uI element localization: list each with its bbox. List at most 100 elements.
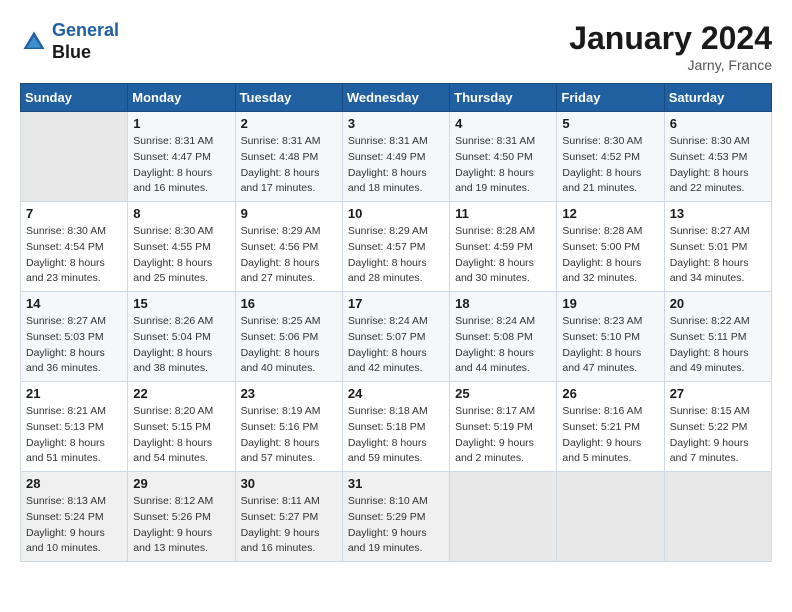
day-number: 31: [348, 476, 444, 491]
day-number: 30: [241, 476, 337, 491]
day-info: Sunrise: 8:30 AMSunset: 4:53 PMDaylight:…: [670, 134, 766, 197]
calendar-table: SundayMondayTuesdayWednesdayThursdayFrid…: [20, 83, 772, 562]
day-info: Sunrise: 8:21 AMSunset: 5:13 PMDaylight:…: [26, 404, 122, 467]
column-header-monday: Monday: [128, 84, 235, 112]
day-info: Sunrise: 8:24 AMSunset: 5:08 PMDaylight:…: [455, 314, 551, 377]
calendar-cell: 25 Sunrise: 8:17 AMSunset: 5:19 PMDayligh…: [450, 382, 557, 472]
calendar-cell: 19 Sunrise: 8:23 AMSunset: 5:10 PMDayligh…: [557, 292, 664, 382]
week-row-3: 14Sunrise: 8:27 AMSunset: 5:03 PMDayligh…: [21, 292, 772, 382]
week-row-5: 28Sunrise: 8:13 AMSunset: 5:24 PMDayligh…: [21, 472, 772, 562]
calendar-cell: 4 Sunrise: 8:31 AMSunset: 4:50 PMDaylight…: [450, 112, 557, 202]
day-number: 1: [133, 116, 229, 131]
day-info: Sunrise: 8:11 AMSunset: 5:27 PMDaylight:…: [241, 494, 337, 557]
day-number: 8: [133, 206, 229, 221]
day-number: 27: [670, 386, 766, 401]
day-number: 9: [241, 206, 337, 221]
calendar-cell: 6 Sunrise: 8:30 AMSunset: 4:53 PMDaylight…: [664, 112, 771, 202]
day-info: Sunrise: 8:15 AMSunset: 5:22 PMDaylight:…: [670, 404, 766, 467]
day-info: Sunrise: 8:28 AMSunset: 4:59 PMDaylight:…: [455, 224, 551, 287]
day-number: 6: [670, 116, 766, 131]
day-info: Sunrise: 8:17 AMSunset: 5:19 PMDaylight:…: [455, 404, 551, 467]
day-number: 4: [455, 116, 551, 131]
day-number: 18: [455, 296, 551, 311]
day-info: Sunrise: 8:22 AMSunset: 5:11 PMDaylight:…: [670, 314, 766, 377]
calendar-cell: 1 Sunrise: 8:31 AMSunset: 4:47 PMDaylight…: [128, 112, 235, 202]
day-number: 22: [133, 386, 229, 401]
calendar-cell: 16 Sunrise: 8:25 AMSunset: 5:06 PMDayligh…: [235, 292, 342, 382]
day-number: 19: [562, 296, 658, 311]
calendar-cell: 26 Sunrise: 8:16 AMSunset: 5:21 PMDayligh…: [557, 382, 664, 472]
day-number: 10: [348, 206, 444, 221]
logo: General Blue: [20, 20, 119, 63]
calendar-cell: 2Sunrise: 8:31 AMSunset: 4:48 PMDaylight…: [235, 112, 342, 202]
day-number: 16: [241, 296, 337, 311]
calendar-header-row: SundayMondayTuesdayWednesdayThursdayFrid…: [21, 84, 772, 112]
day-number: 21: [26, 386, 122, 401]
column-header-saturday: Saturday: [664, 84, 771, 112]
calendar-cell: 15Sunrise: 8:26 AMSunset: 5:04 PMDayligh…: [128, 292, 235, 382]
day-info: Sunrise: 8:31 AMSunset: 4:47 PMDaylight:…: [133, 134, 229, 197]
day-number: 28: [26, 476, 122, 491]
column-header-tuesday: Tuesday: [235, 84, 342, 112]
day-info: Sunrise: 8:23 AMSunset: 5:10 PMDaylight:…: [562, 314, 658, 377]
calendar-cell: 21 Sunrise: 8:21 AMSunset: 5:13 PMDayligh…: [21, 382, 128, 472]
calendar-cell: 23 Sunrise: 8:19 AMSunset: 5:16 PMDayligh…: [235, 382, 342, 472]
title-area: January 2024 Jarny, France: [569, 20, 772, 73]
calendar-cell: 20 Sunrise: 8:22 AMSunset: 5:11 PMDayligh…: [664, 292, 771, 382]
calendar-cell: 24 Sunrise: 8:18 AMSunset: 5:18 PMDayligh…: [342, 382, 449, 472]
calendar-cell: 5 Sunrise: 8:30 AMSunset: 4:52 PMDaylight…: [557, 112, 664, 202]
day-info: Sunrise: 8:25 AMSunset: 5:06 PMDaylight:…: [241, 314, 337, 377]
day-info: Sunrise: 8:12 AMSunset: 5:26 PMDaylight:…: [133, 494, 229, 557]
day-number: 7: [26, 206, 122, 221]
week-row-2: 7 Sunrise: 8:30 AMSunset: 4:54 PMDaylight…: [21, 202, 772, 292]
day-info: Sunrise: 8:31 AMSunset: 4:48 PMDaylight:…: [241, 134, 337, 197]
calendar-cell: 17 Sunrise: 8:24 AMSunset: 5:07 PMDayligh…: [342, 292, 449, 382]
day-number: 13: [670, 206, 766, 221]
column-header-thursday: Thursday: [450, 84, 557, 112]
day-info: Sunrise: 8:30 AMSunset: 4:54 PMDaylight:…: [26, 224, 122, 287]
day-number: 17: [348, 296, 444, 311]
logo-icon: [20, 28, 48, 56]
day-number: 20: [670, 296, 766, 311]
calendar-cell: 12Sunrise: 8:28 AMSunset: 5:00 PMDayligh…: [557, 202, 664, 292]
column-header-sunday: Sunday: [21, 84, 128, 112]
column-header-wednesday: Wednesday: [342, 84, 449, 112]
day-number: 26: [562, 386, 658, 401]
logo-line1: General: [52, 20, 119, 40]
calendar-cell: [557, 472, 664, 562]
day-number: 23: [241, 386, 337, 401]
day-info: Sunrise: 8:28 AMSunset: 5:00 PMDaylight:…: [562, 224, 658, 287]
day-number: 5: [562, 116, 658, 131]
calendar-cell: 30 Sunrise: 8:11 AMSunset: 5:27 PMDayligh…: [235, 472, 342, 562]
calendar-cell: 31 Sunrise: 8:10 AMSunset: 5:29 PMDayligh…: [342, 472, 449, 562]
month-title: January 2024: [569, 20, 772, 57]
calendar-cell: 22 Sunrise: 8:20 AMSunset: 5:15 PMDayligh…: [128, 382, 235, 472]
day-info: Sunrise: 8:18 AMSunset: 5:18 PMDaylight:…: [348, 404, 444, 467]
calendar-cell: 14Sunrise: 8:27 AMSunset: 5:03 PMDayligh…: [21, 292, 128, 382]
calendar-cell: 27 Sunrise: 8:15 AMSunset: 5:22 PMDayligh…: [664, 382, 771, 472]
day-info: Sunrise: 8:31 AMSunset: 4:50 PMDaylight:…: [455, 134, 551, 197]
calendar-cell: 11Sunrise: 8:28 AMSunset: 4:59 PMDayligh…: [450, 202, 557, 292]
calendar-cell: 18 Sunrise: 8:24 AMSunset: 5:08 PMDayligh…: [450, 292, 557, 382]
day-number: 24: [348, 386, 444, 401]
day-info: Sunrise: 8:10 AMSunset: 5:29 PMDaylight:…: [348, 494, 444, 557]
week-row-1: 1 Sunrise: 8:31 AMSunset: 4:47 PMDaylight…: [21, 112, 772, 202]
day-info: Sunrise: 8:24 AMSunset: 5:07 PMDaylight:…: [348, 314, 444, 377]
day-info: Sunrise: 8:29 AMSunset: 4:56 PMDaylight:…: [241, 224, 337, 287]
day-number: 25: [455, 386, 551, 401]
day-info: Sunrise: 8:20 AMSunset: 5:15 PMDaylight:…: [133, 404, 229, 467]
week-row-4: 21 Sunrise: 8:21 AMSunset: 5:13 PMDayligh…: [21, 382, 772, 472]
day-info: Sunrise: 8:29 AMSunset: 4:57 PMDaylight:…: [348, 224, 444, 287]
day-number: 14: [26, 296, 122, 311]
day-number: 3: [348, 116, 444, 131]
day-info: Sunrise: 8:16 AMSunset: 5:21 PMDaylight:…: [562, 404, 658, 467]
day-info: Sunrise: 8:30 AMSunset: 4:52 PMDaylight:…: [562, 134, 658, 197]
day-number: 15: [133, 296, 229, 311]
day-info: Sunrise: 8:30 AMSunset: 4:55 PMDaylight:…: [133, 224, 229, 287]
calendar-cell: 29Sunrise: 8:12 AMSunset: 5:26 PMDayligh…: [128, 472, 235, 562]
calendar-cell: [21, 112, 128, 202]
calendar-cell: 9 Sunrise: 8:29 AMSunset: 4:56 PMDaylight…: [235, 202, 342, 292]
day-info: Sunrise: 8:31 AMSunset: 4:49 PMDaylight:…: [348, 134, 444, 197]
day-info: Sunrise: 8:19 AMSunset: 5:16 PMDaylight:…: [241, 404, 337, 467]
location: Jarny, France: [569, 57, 772, 73]
